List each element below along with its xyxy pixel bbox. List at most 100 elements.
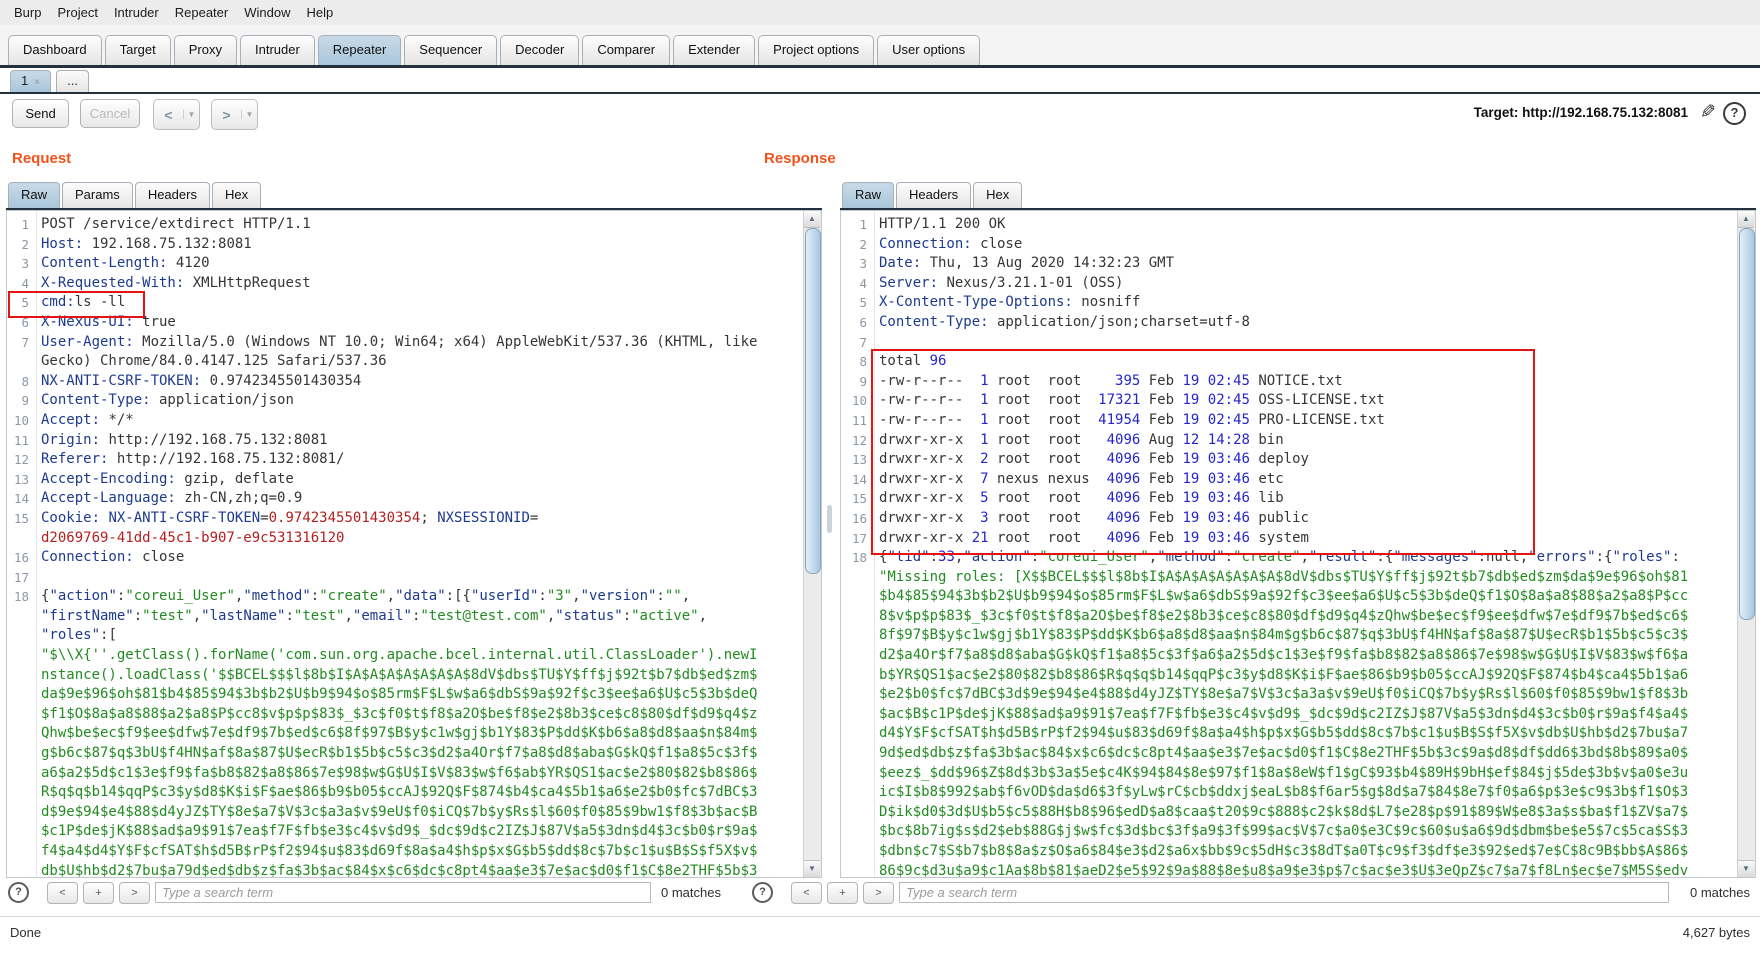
line-number: 13: [851, 452, 867, 468]
tab-extender[interactable]: Extender: [673, 35, 756, 65]
tab-headers[interactable]: Headers: [896, 182, 972, 208]
line-number: 18: [851, 550, 867, 566]
send-button[interactable]: Send: [12, 99, 69, 128]
line-number: [7, 626, 34, 646]
menu-item-repeater[interactable]: Repeater: [167, 5, 236, 20]
edit-target-icon[interactable]: ✎: [1700, 101, 1716, 124]
code-line: 7: [841, 333, 1737, 353]
code-line: 5 cmd:ls -ll: [7, 293, 803, 313]
line-number: 2: [859, 236, 867, 252]
tab-intruder[interactable]: Intruder: [239, 35, 315, 65]
code-line: $bc$8b7ig$s$d2$eb$88G$j$w$fc$3d$bc$3f$a9…: [841, 822, 1737, 842]
code-line: 12 drwxr-xr-x 1 root root 4096 Aug 12 14:…: [841, 431, 1737, 451]
response-editor[interactable]: 1 HTTP/1.1 200 OK 2 Connection: close 3 Date:…: [840, 210, 1756, 878]
scrollbar-thumb[interactable]: [805, 228, 821, 574]
tab-raw[interactable]: Raw: [8, 182, 61, 208]
repeater-tab-1[interactable]: 1 ×: [10, 70, 52, 92]
close-icon[interactable]: ×: [34, 77, 40, 88]
menu-item-intruder[interactable]: Intruder: [106, 5, 167, 20]
tab-hex[interactable]: Hex: [211, 182, 262, 208]
code-line: 15 drwxr-xr-x 5 root root 4096 Feb 19 03:…: [841, 489, 1737, 509]
code-line: $c1P$de$jK$88$ad$a9$91$7ea$f7F$fb$e3$c4$…: [7, 822, 803, 842]
chevron-down-icon[interactable]: ▼: [183, 110, 199, 119]
code-line: 15 Cookie: NX-ANTI-CSRF-TOKEN=0.974234550…: [7, 509, 803, 529]
menu-item-help[interactable]: Help: [298, 5, 341, 20]
tab-label: ...: [67, 73, 78, 88]
menu-item-project[interactable]: Project: [49, 5, 105, 20]
line-number: 15: [13, 510, 29, 526]
panel-splitter[interactable]: [827, 505, 832, 533]
line-number: [7, 685, 34, 705]
scroll-up-icon[interactable]: ▲: [1738, 211, 1754, 228]
code-line: $eez$_$dd$96$Z$8d$3b$3a$5e$c4K$94$84$8e$…: [841, 764, 1737, 784]
repeater-session-tab-bar: 1 ×...: [0, 68, 1760, 94]
code-line: 9 Content-Type: application/json: [7, 391, 803, 411]
line-number: [7, 529, 34, 549]
code-line: $f1$O$8a$a8$88$a2$a8$P$cc8$v$p$p$83$_$3c…: [7, 705, 803, 725]
tab-hex[interactable]: Hex: [973, 182, 1023, 208]
line-number: [841, 842, 872, 862]
code-line: 18 {"tid":33,"action":"coreui_User","meth…: [841, 548, 1737, 568]
code-line: 14 Accept-Language: zh-CN,zh;q=0.9: [7, 489, 803, 509]
target-url: http://192.168.75.132:8081: [1522, 105, 1688, 120]
help-icon[interactable]: ?: [1723, 102, 1746, 125]
line-number: 3: [21, 256, 29, 272]
tab-user-options[interactable]: User options: [877, 35, 981, 65]
search-prev-button[interactable]: <: [47, 881, 78, 904]
tab-raw[interactable]: Raw: [842, 182, 895, 208]
tab-project-options[interactable]: Project options: [758, 35, 875, 65]
menu-bar: Burp Project Intruder Repeater Window Help: [0, 0, 1760, 26]
line-number: [7, 862, 34, 877]
line-number: 1: [21, 217, 29, 232]
request-editor[interactable]: 1 POST /service/extdirect HTTP/1.1 2 Host: …: [6, 210, 822, 878]
scroll-down-icon[interactable]: ▼: [804, 860, 820, 877]
help-icon[interactable]: ?: [8, 882, 29, 903]
search-next-button[interactable]: >: [863, 881, 894, 904]
response-scrollbar[interactable]: ▲ ▼: [1737, 211, 1755, 877]
code-line: nstance().loadClass('$$BCEL$$$l$8b$I$A$A…: [7, 666, 803, 686]
search-input[interactable]: [899, 882, 1669, 903]
search-options-button[interactable]: +: [83, 881, 114, 904]
tab-dashboard[interactable]: Dashboard: [8, 35, 102, 65]
line-number: 9: [21, 393, 29, 409]
next-response-button[interactable]: > ▼: [211, 99, 258, 130]
help-icon[interactable]: ?: [752, 882, 773, 903]
repeater-tab-[interactable]: ...: [56, 70, 89, 92]
code-line: 9 -rw-r--r-- 1 root root 395 Feb 19 02:45…: [841, 372, 1737, 392]
search-next-button[interactable]: >: [119, 881, 150, 904]
code-line: 11 Origin: http://192.168.75.132:8081: [7, 431, 803, 451]
tab-decoder[interactable]: Decoder: [500, 35, 580, 65]
response-editor-tabs: Raw Headers Hex: [840, 178, 1756, 210]
line-number: [7, 744, 34, 764]
request-search-bar: ? < + > 0 matches: [8, 881, 820, 904]
scroll-up-icon[interactable]: ▲: [804, 211, 820, 228]
line-number: [7, 607, 34, 627]
tab-comparer[interactable]: Comparer: [582, 35, 671, 65]
chevron-down-icon[interactable]: ▼: [241, 110, 257, 119]
line-number: [7, 822, 34, 842]
tab-params[interactable]: Params: [62, 182, 133, 208]
code-line: 7 User-Agent: Mozilla/5.0 (Windows NT 10.…: [7, 333, 803, 353]
code-line: 1 POST /service/extdirect HTTP/1.1: [7, 215, 803, 235]
line-number: 15: [851, 491, 867, 507]
scrollbar-thumb[interactable]: [1739, 228, 1755, 620]
tab-proxy[interactable]: Proxy: [173, 35, 237, 65]
tab-target[interactable]: Target: [104, 35, 171, 65]
menu-item-burp[interactable]: Burp: [6, 5, 49, 20]
scroll-down-icon[interactable]: ▼: [1738, 860, 1754, 877]
line-number: 12: [13, 452, 29, 468]
cancel-button[interactable]: Cancel: [80, 99, 140, 128]
prev-response-button[interactable]: < ▼: [153, 99, 200, 130]
search-prev-button[interactable]: <: [791, 881, 822, 904]
line-number: 17: [851, 530, 867, 546]
search-input[interactable]: [155, 882, 651, 903]
code-line: 17 drwxr-xr-x 21 root root 4096 Feb 19 03…: [841, 529, 1737, 549]
search-options-button[interactable]: +: [827, 881, 858, 904]
tab-sequencer[interactable]: Sequencer: [404, 35, 498, 65]
tab-headers[interactable]: Headers: [134, 182, 210, 208]
request-scrollbar[interactable]: ▲ ▼: [803, 211, 821, 877]
line-number: 8: [21, 373, 29, 389]
code-line: D$ik$d0$3d$U$b5$c5$88H$b8$96$edD$a8$caa$…: [841, 803, 1737, 823]
tab-repeater[interactable]: Repeater: [317, 35, 402, 65]
menu-item-window[interactable]: Window: [236, 5, 298, 20]
